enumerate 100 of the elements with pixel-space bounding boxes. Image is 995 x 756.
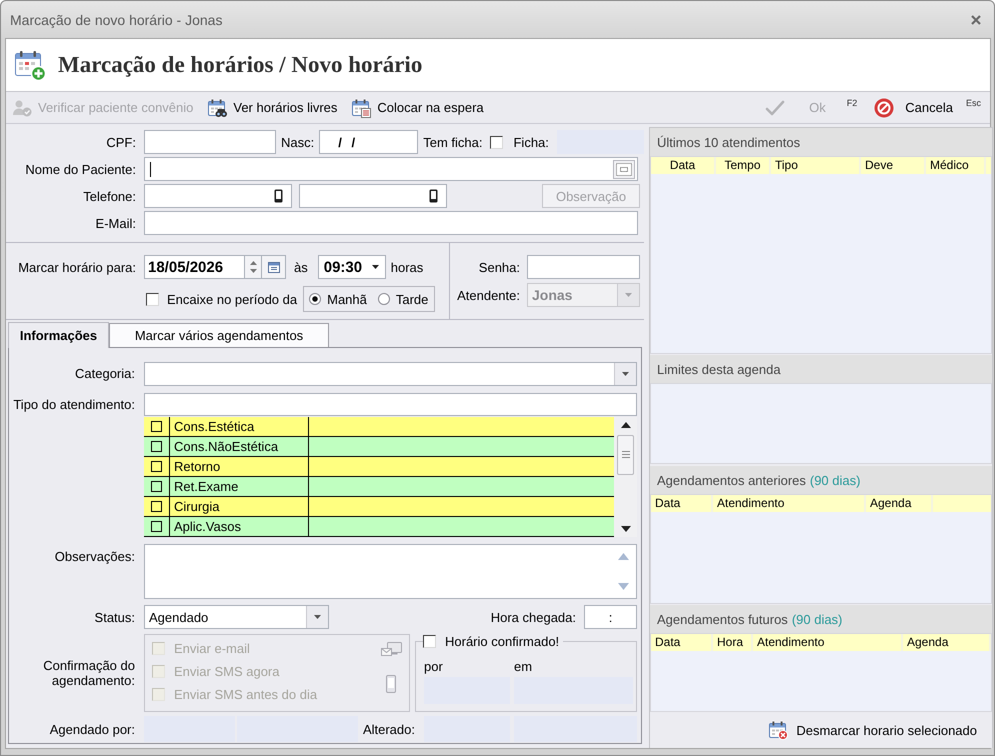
column-header: Médico [926,157,986,174]
spin-button[interactable] [245,255,262,279]
column-header: Agenda [903,634,991,651]
column-header: Atendimento [753,634,903,651]
radio-button[interactable] [378,293,390,305]
column-header: Data [651,157,716,174]
field-label: Atendente: [456,288,520,302]
panel-title: Últimos 10 atendimentos [657,134,800,150]
checkbox[interactable] [151,421,162,432]
dropdown-button[interactable] [614,362,636,384]
panel-title: Agendamentos anteriores [657,472,806,488]
field-label: Agendado por: [50,722,135,736]
tab[interactable]: Informações [8,322,109,348]
birth-date-field[interactable]: / / [319,130,418,154]
field-label: Tem ficha: [423,134,482,150]
field-label: Nasc: [281,134,314,150]
panel-title: Agendamentos futuros [657,612,788,626]
service-row[interactable]: Ret.Exame [144,477,614,497]
checkbox[interactable] [151,501,162,512]
calendar-binoculars-icon [207,98,228,118]
caret-down-icon [622,372,629,376]
unschedule-button[interactable]: Desmarcar horario selecionado [768,720,977,740]
caret-up-icon [250,261,256,265]
field-label: Nome do Paciente: [24,162,136,176]
field-label: Telefone: [82,188,136,204]
radio-label: Manhã [327,292,367,306]
envelope-monitor-icon [380,642,402,657]
scroll-thumb[interactable] [617,435,634,475]
mobile-phone-icon [429,189,438,203]
date-field[interactable]: 18/05/2026 [144,255,245,279]
checkbox-label: Enviar e-mail [174,641,250,656]
checkbox[interactable] [151,481,162,492]
checkbox-label: Encaixe no período da [167,292,298,306]
service-name: Cons.Estética [170,417,309,436]
radio-button[interactable] [309,293,322,305]
phone-field[interactable] [299,184,447,208]
arrow-down-icon [620,526,630,532]
cpf-field[interactable] [144,130,276,154]
checkbox[interactable] [151,461,162,472]
time-combo[interactable]: 09:30 [318,255,386,279]
service-row[interactable]: Cons.NãoEstética [144,437,614,457]
service-row[interactable]: Cirurgia [144,497,614,517]
cancel-button[interactable]: Cancela [871,94,956,120]
service-name: Aplic.Vasos [170,517,309,536]
arrow-down-icon [618,583,628,590]
field-label: Tipo do atendimento: [13,397,135,412]
password-field[interactable] [527,255,640,279]
column-header: Deve [861,157,926,174]
calendar-plus-icon [14,49,46,81]
caret-down-icon [314,615,321,619]
field-label: horas [390,260,424,274]
waitlist-button[interactable]: Colocar na espera [348,94,487,120]
checkbox[interactable] [146,292,159,306]
checkbox[interactable] [490,136,504,148]
field-label: Senha: [478,260,520,274]
service-row[interactable]: Aplic.Vasos [144,517,614,537]
tab[interactable]: Marcar vários agendamentos [109,323,329,347]
field-label: Status: [94,610,135,624]
column-header: Hora [713,634,753,651]
dropdown-button[interactable] [306,606,328,628]
checkbox-label: Enviar SMS antes do dia [174,687,318,702]
checkbox-label: Horário confirmado! [445,634,560,649]
checkbox[interactable] [423,635,436,648]
list-icon [268,262,280,272]
service-row[interactable]: Cons.Estética [144,417,614,437]
free-slots-button[interactable]: Ver horários livres [204,94,340,120]
status-combo[interactable]: Agendado [144,605,329,629]
window-title: Marcação de novo horário - Jonas [10,12,222,28]
email-field[interactable] [144,211,638,235]
check-icon [765,98,786,118]
radio-label: Tarde [396,292,428,306]
shortcut-hint: F2 [846,98,858,108]
caret-down-icon [625,293,632,297]
phone-field[interactable] [144,184,292,208]
calendar-button[interactable] [262,255,286,279]
arrival-time-field[interactable]: : [584,605,637,629]
service-type-field[interactable] [144,393,637,416]
mobile-phone-icon [274,189,283,203]
calendar-remove-icon [768,720,788,740]
cancel-icon [874,98,894,118]
field-label: Hora chegada: [490,610,576,624]
service-name: Cirurgia [170,497,309,516]
service-name: Retorno [170,457,309,476]
service-row[interactable]: Retorno [144,457,614,477]
checkbox[interactable] [151,441,162,452]
checkbox[interactable] [151,521,162,532]
arrow-up-icon [620,422,630,428]
field-label: Confirmação do agendamento: [42,658,135,688]
service-name: Cons.NãoEstética [170,437,309,456]
field-label: em [514,659,534,674]
shortcut-hint: Esc [966,98,981,108]
field-label: Observações: [54,549,135,564]
arrow-up-icon [618,553,628,560]
lookup-button[interactable] [613,160,635,178]
patient-name-field[interactable] [144,157,638,181]
close-icon[interactable] [971,14,981,24]
notes-field[interactable] [144,544,637,599]
column-header: Tempo [716,157,771,174]
dotted-grid-icon [616,162,632,176]
calendar-list-icon [351,98,372,118]
